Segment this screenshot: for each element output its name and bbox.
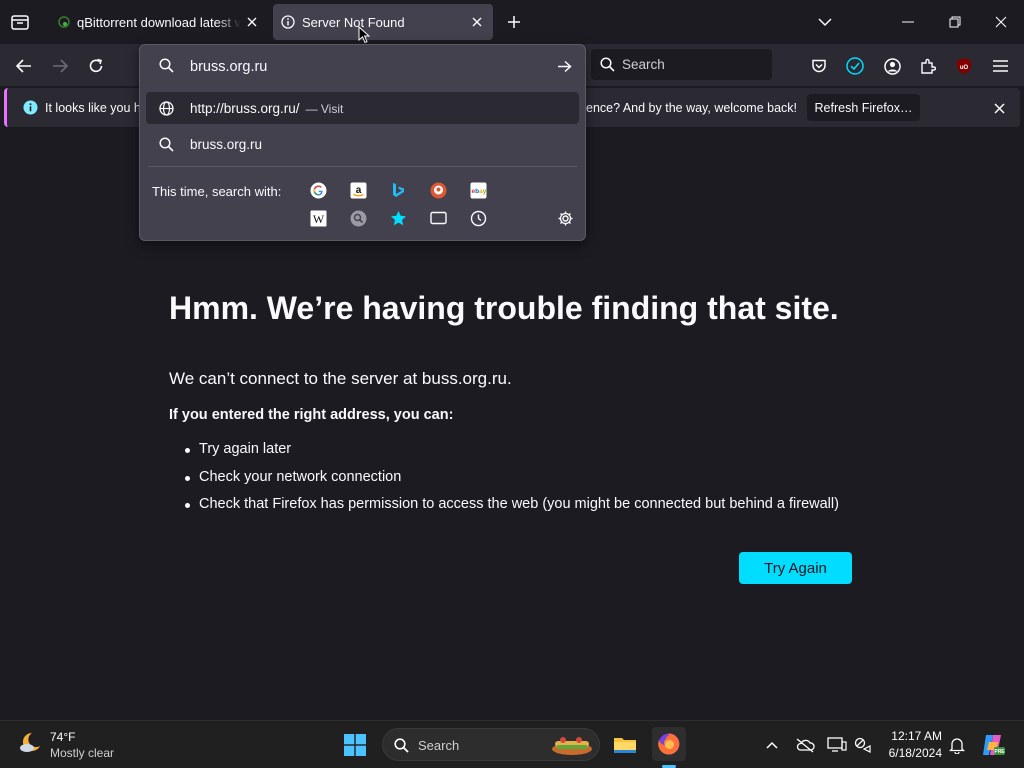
- wikipedia-icon[interactable]: W: [306, 206, 330, 230]
- close-notification-icon[interactable]: [994, 101, 1006, 114]
- list-item: Check your network connection: [185, 469, 839, 497]
- search-placeholder: Search: [622, 57, 665, 72]
- refresh-firefox-button[interactable]: Refresh Firefox…: [807, 94, 920, 121]
- url-input-value: bruss.org.ru: [190, 59, 268, 75]
- close-window-button[interactable]: [989, 11, 1013, 33]
- ebay-icon[interactable]: ebay: [466, 178, 490, 202]
- windows-start-icon[interactable]: [342, 732, 368, 758]
- onedrive-offline-icon[interactable]: [793, 734, 817, 756]
- svg-text:uO: uO: [960, 65, 969, 71]
- list-all-tabs-icon[interactable]: [814, 11, 836, 33]
- go-arrow-icon[interactable]: [557, 60, 572, 78]
- list-item: Check that Firefox has permission to acc…: [185, 496, 839, 524]
- back-button[interactable]: [9, 51, 39, 81]
- clock-time[interactable]: 12:17 AM: [882, 729, 942, 743]
- mouse-cursor: [358, 25, 371, 44]
- forward-button[interactable]: [45, 51, 75, 81]
- new-tab-button[interactable]: [503, 11, 525, 33]
- qbittorrent-icon: [58, 16, 70, 28]
- svg-text:W: W: [312, 212, 324, 226]
- file-explorer-icon[interactable]: [610, 730, 640, 760]
- bing-icon[interactable]: [386, 178, 410, 202]
- google-icon[interactable]: [306, 178, 330, 202]
- reload-button[interactable]: [81, 51, 111, 81]
- weather-temp: 74°F: [50, 730, 76, 744]
- display-icon[interactable]: [825, 734, 849, 756]
- close-tab-icon[interactable]: [467, 12, 487, 32]
- menu-icon[interactable]: [985, 51, 1015, 81]
- sync-check-icon[interactable]: [840, 51, 870, 81]
- tabs-icon[interactable]: [426, 206, 450, 230]
- search-icon: [394, 738, 409, 758]
- suggestion-visit[interactable]: http://bruss.org.ru/— Visit: [146, 92, 579, 124]
- notification-text-start: It looks like you ha: [45, 101, 148, 115]
- list-item: Try again later: [185, 441, 839, 469]
- taskbar-search-placeholder: Search: [418, 738, 460, 753]
- search-icon: [159, 58, 174, 78]
- error-suggestions: Try again later Check your network conne…: [185, 441, 839, 524]
- weather-desc: Mostly clear: [50, 746, 115, 760]
- error-title: Hmm. We’re having trouble finding that s…: [169, 290, 839, 326]
- clock-date[interactable]: 6/18/2024: [882, 746, 942, 760]
- suggestion-search[interactable]: bruss.org.ru: [146, 128, 579, 160]
- search-with-label: This time, search with:: [152, 184, 282, 199]
- extensions-icon[interactable]: [913, 51, 943, 81]
- pocket-icon[interactable]: [804, 51, 834, 81]
- ublock-origin-icon[interactable]: uO: [949, 51, 979, 81]
- svg-text:ebay: ebay: [471, 188, 486, 195]
- firefox-taskbar-icon[interactable]: [652, 727, 686, 761]
- search-settings-icon[interactable]: [553, 206, 577, 230]
- tab-title: qBittorrent download latest version: [77, 14, 241, 30]
- moon-cloud-icon: [18, 731, 44, 760]
- firefox-view-icon[interactable]: [8, 11, 32, 33]
- chevron-up-icon[interactable]: [762, 735, 782, 755]
- notifications-bell-icon[interactable]: [946, 734, 968, 756]
- search-engine-icon[interactable]: [346, 206, 370, 230]
- toolbar-search-input[interactable]: Search: [591, 49, 772, 80]
- amazon-icon[interactable]: a: [346, 178, 370, 202]
- error-hint: If you entered the right address, you ca…: [169, 407, 454, 423]
- minimize-button[interactable]: [896, 11, 920, 33]
- taskbar: 74°F Mostly clear Search 12:17 AM 6/18/2…: [0, 720, 1024, 768]
- history-icon[interactable]: [466, 206, 490, 230]
- notification-text-end: ence? And by the way, welcome back!: [586, 101, 797, 115]
- search-icon: [600, 57, 615, 77]
- tab-strip: qBittorrent download latest version Serv…: [0, 0, 1024, 44]
- info-icon: [23, 100, 38, 120]
- url-input[interactable]: bruss.org.ru: [146, 49, 579, 83]
- tab-title: Server Not Found: [302, 14, 405, 30]
- search-icon: [159, 137, 174, 157]
- divider: [148, 166, 577, 167]
- search-highlight-icon: [549, 732, 595, 763]
- tab-server-not-found[interactable]: Server Not Found: [273, 4, 493, 40]
- bookmarks-star-icon[interactable]: [386, 206, 410, 230]
- suggestion-label: bruss.org.ru: [190, 137, 263, 152]
- close-tab-icon[interactable]: [242, 12, 262, 32]
- suggestion-label: http://bruss.org.ru/— Visit: [190, 101, 344, 116]
- restore-button[interactable]: [943, 11, 967, 33]
- copilot-icon[interactable]: PRE: [978, 730, 1008, 760]
- tab-qbittorrent[interactable]: qBittorrent download latest version: [44, 4, 268, 40]
- account-icon[interactable]: [877, 51, 907, 81]
- url-dropdown: bruss.org.ru http://bruss.org.ru/— Visit…: [139, 44, 586, 241]
- info-icon: [281, 15, 295, 29]
- error-description: We can’t connect to the server at buss.o…: [169, 369, 512, 388]
- network-disconnected-icon[interactable]: [851, 734, 875, 756]
- duckduckgo-icon[interactable]: [426, 178, 450, 202]
- svg-text:a: a: [355, 185, 361, 196]
- taskbar-search-input[interactable]: Search: [382, 728, 600, 761]
- try-again-button[interactable]: Try Again: [739, 552, 852, 584]
- globe-icon: [159, 101, 174, 121]
- svg-text:PRE: PRE: [994, 749, 1005, 755]
